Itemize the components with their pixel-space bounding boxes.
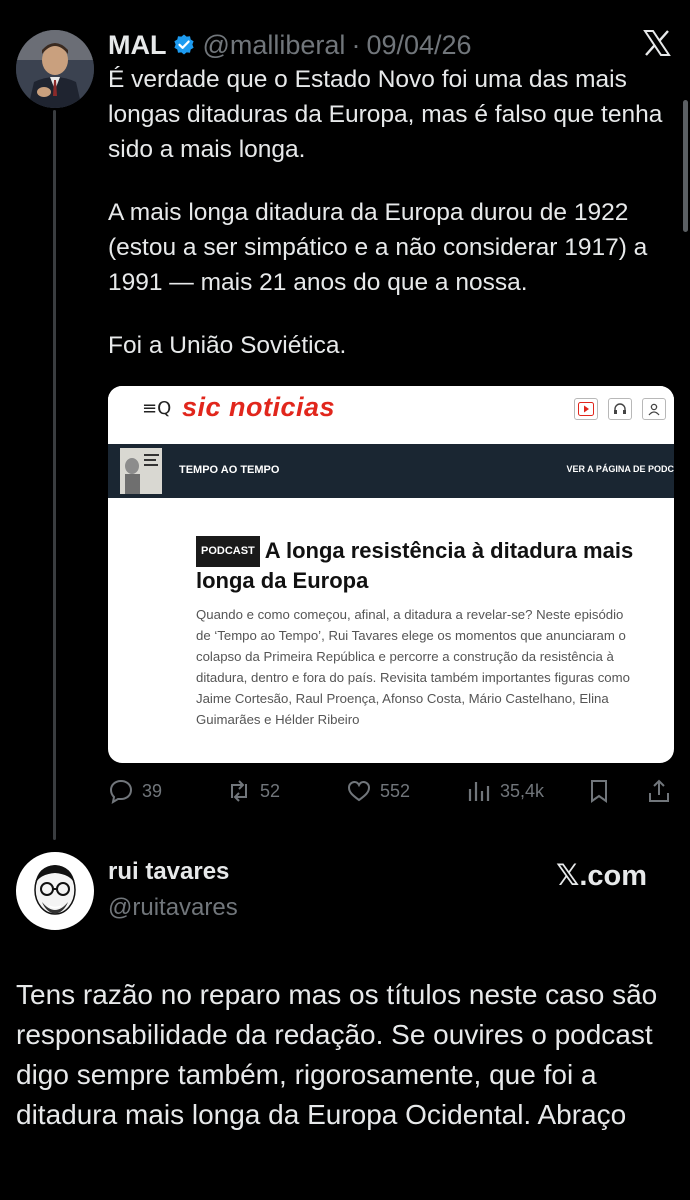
user-icon	[642, 398, 666, 420]
avatar-rui-tavares[interactable]	[16, 852, 94, 930]
x-logo-icon	[642, 28, 672, 58]
reply-button[interactable]: 39	[108, 778, 162, 804]
tweet-header: MAL @malliberal · 09/04/26	[108, 28, 472, 62]
display-name[interactable]: MAL	[108, 30, 166, 61]
sic-noticias-logo: sic noticias	[182, 392, 336, 422]
program-page-link[interactable]: VER A PÁGINA DE PODC	[566, 464, 674, 474]
bookmark-icon	[591, 780, 607, 803]
headline-text: A longa resistência à ditadura mais long…	[196, 538, 634, 593]
avatar-mal[interactable]	[16, 30, 94, 108]
views-icon	[468, 782, 490, 801]
tweet-action-bar: 39 52 552 35,4k	[108, 778, 674, 810]
display-name[interactable]: rui tavares	[108, 858, 229, 886]
menu-search-icon: ≡Q	[142, 398, 172, 419]
repost-icon	[231, 780, 247, 802]
program-title: TEMPO AO TEMPO	[179, 464, 280, 476]
podcast-badge: PODCAST	[196, 536, 260, 567]
share-button[interactable]	[646, 778, 672, 804]
share-icon	[649, 779, 669, 802]
play-icon	[574, 398, 598, 420]
tweet-text: É verdade que o Estado Novo foi uma das …	[108, 62, 678, 363]
reply-count: 39	[142, 780, 163, 801]
user-handle[interactable]: @ruitavares	[108, 894, 238, 922]
like-button[interactable]: 552	[346, 778, 410, 804]
bookmark-button[interactable]	[586, 778, 612, 804]
card-site-header: ≡Q sic noticias	[108, 386, 674, 444]
tweet-paragraph: Foi a União Soviética.	[108, 332, 347, 359]
card-icon-group	[574, 398, 666, 420]
x-com-label: 𝕏.com	[556, 860, 648, 892]
thread-connector-line	[53, 110, 56, 840]
repost-button[interactable]: 52	[226, 778, 280, 804]
tweet-paragraph: É verdade que o Estado Novo foi uma das …	[108, 66, 663, 163]
view-count: 35,4k	[500, 780, 545, 801]
reply-icon	[109, 779, 133, 804]
scrollbar-thumb[interactable]	[683, 100, 688, 232]
tweet-paragraph: A mais longa ditadura da Europa durou de…	[108, 199, 648, 296]
separator-dot: ·	[351, 29, 361, 60]
article-summary: Quando e como começou, afinal, a ditadur…	[196, 607, 630, 727]
views-button[interactable]: 35,4k	[466, 778, 544, 804]
podcast-cover-thumbnail	[120, 448, 162, 494]
verified-badge-icon	[172, 33, 196, 57]
tweet-date[interactable]: 09/04/26	[366, 30, 471, 61]
user-handle[interactable]: @malliberal	[202, 30, 345, 61]
headphones-icon	[608, 398, 632, 420]
article-headline: PODCAST A longa resistência à ditadura ma…	[196, 536, 636, 594]
link-preview-card[interactable]: ≡Q sic noticias TEMPO AO TEMPO VER A PÁG…	[108, 386, 674, 763]
tweet-text: Tens razão no reparo mas os títulos nest…	[16, 979, 658, 1130]
repost-count: 52	[260, 780, 281, 801]
heart-icon	[347, 780, 371, 802]
card-program-band: TEMPO AO TEMPO VER A PÁGINA DE PODC	[108, 444, 674, 498]
like-count: 552	[380, 780, 411, 801]
